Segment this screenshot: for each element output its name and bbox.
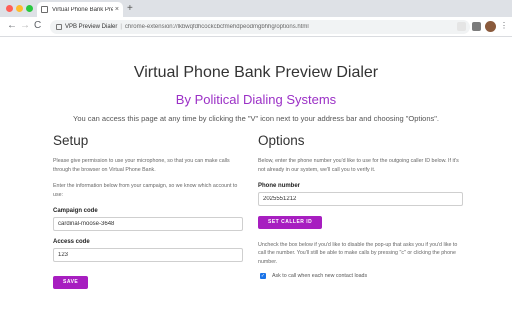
close-tab-icon[interactable]: × xyxy=(115,6,119,13)
url-text: chrome-extension://lkbwqfdhcockcbcfmehdp… xyxy=(124,24,309,30)
profile-avatar[interactable] xyxy=(485,21,496,32)
setup-section: Setup Please give permission to use your… xyxy=(53,132,243,289)
page-subtitle: By Political Dialing Systems xyxy=(175,92,337,107)
ask-to-call-label: Ask to call when each new contact loads xyxy=(272,273,368,279)
close-window-button[interactable] xyxy=(6,5,13,12)
new-tab-button[interactable]: + xyxy=(127,3,133,15)
save-button[interactable]: SAVE xyxy=(53,275,89,289)
campaign-code-label: Campaign code xyxy=(53,208,98,214)
caller-id-help-text: Below, enter the phone number you'd like… xyxy=(258,158,459,173)
maximize-window-button[interactable] xyxy=(26,5,33,12)
options-section: Options Below, enter the phone number yo… xyxy=(258,132,463,279)
page-icon xyxy=(41,6,48,13)
page-intro: You can access this page at any time by … xyxy=(73,114,439,123)
phone-number-field[interactable] xyxy=(258,192,463,206)
browser-toolbar: ← → C VPB Preview Dialer | chrome-extens… xyxy=(0,17,512,37)
popup-help-text: Uncheck the box below if you'd like to d… xyxy=(258,241,458,265)
set-caller-id-button[interactable]: SET CALLER ID xyxy=(258,215,323,229)
browser-menu-icon[interactable]: ⋮ xyxy=(500,20,508,32)
address-bar[interactable]: VPB Preview Dialer | chrome-extension://… xyxy=(50,20,470,34)
extension-page-icon xyxy=(56,24,62,30)
microphone-help-text: Please give permission to use your micro… xyxy=(53,158,230,173)
ask-to-call-option[interactable]: ✓ Ask to call when each new contact load… xyxy=(258,273,463,279)
browser-tab[interactable]: Virtual Phone Bank Preview D... × xyxy=(37,2,123,17)
setup-heading: Setup xyxy=(53,133,89,148)
back-arrow-icon[interactable]: ← xyxy=(7,20,17,32)
options-page: Virtual Phone Bank Preview Dialer By Pol… xyxy=(0,37,512,320)
reload-icon[interactable]: C xyxy=(34,20,41,32)
options-heading: Options xyxy=(258,133,305,148)
phone-number-label: Phone number xyxy=(258,183,301,189)
site-name: VPB Preview Dialer xyxy=(65,24,118,30)
access-code-label: Access code xyxy=(53,239,90,245)
forward-arrow-icon[interactable]: → xyxy=(20,20,30,32)
page-title: Virtual Phone Bank Preview Dialer xyxy=(133,64,379,81)
tab-title: Virtual Phone Bank Preview D... xyxy=(52,6,113,13)
tab-strip: Virtual Phone Bank Preview D... × + xyxy=(0,0,512,17)
campaign-help-text: Enter the information below from your ca… xyxy=(53,183,238,198)
minimize-window-button[interactable] xyxy=(16,5,23,12)
ask-to-call-checkbox[interactable]: ✓ xyxy=(260,273,266,279)
campaign-code-field[interactable] xyxy=(53,217,243,231)
access-code-field[interactable] xyxy=(53,248,243,262)
extension-icon[interactable] xyxy=(457,22,466,31)
extension-icon[interactable] xyxy=(472,22,481,31)
address-separator: | xyxy=(120,24,122,30)
